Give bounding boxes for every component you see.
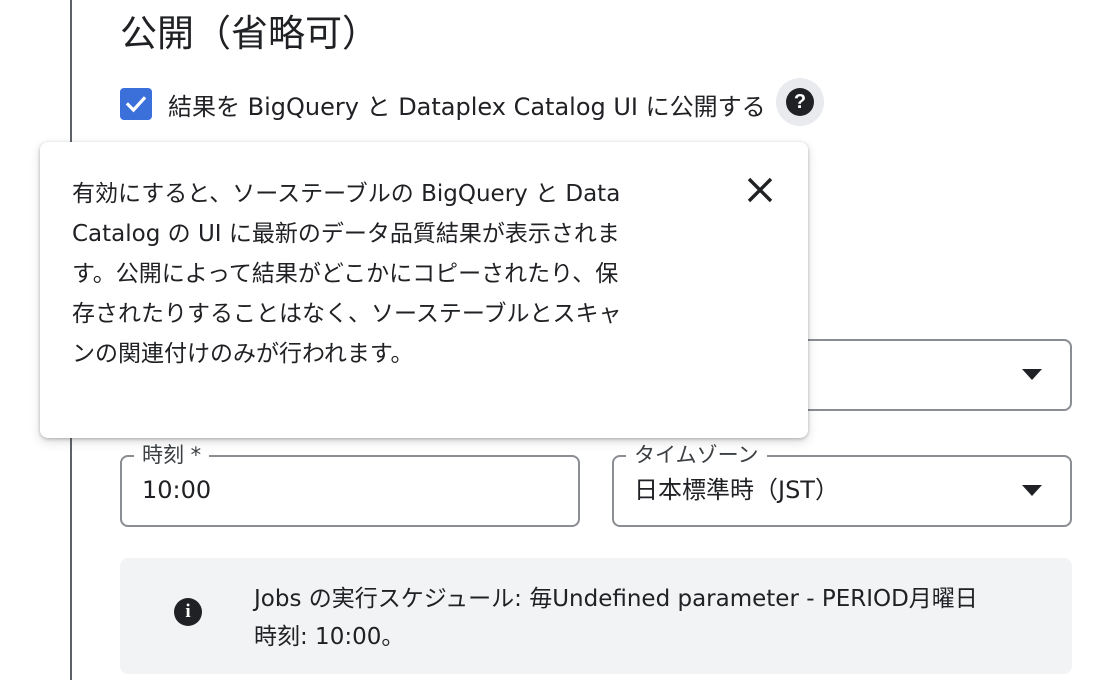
tooltip-close-button[interactable] (740, 170, 780, 210)
schedule-info-line: Jobs の実行スケジュール: 毎Undefined parameter - P… (254, 586, 978, 612)
publish-checkbox-label[interactable]: 結果を BigQuery と Dataplex Catalog UI に公開する (168, 87, 766, 122)
time-field[interactable]: 時刻 * 10:00 (120, 443, 580, 527)
publish-option-row[interactable]: 結果を BigQuery と Dataplex Catalog UI に公開する (120, 80, 766, 128)
dropdown-arrow-icon (1022, 369, 1042, 380)
schedule-info-line: 時刻: 10:00。 (254, 624, 405, 650)
tooltip-line: 存されたりすることはなく、ソーステーブルとスキャ (72, 301, 622, 327)
info-icon: i (174, 598, 202, 626)
checkmark-icon (125, 96, 147, 113)
help-tooltip: 有効にすると、ソーステーブルの BigQuery と Data Catalog … (40, 142, 808, 438)
dropdown-arrow-icon (1022, 485, 1042, 496)
timezone-select[interactable]: タイムゾーン 日本標準時（JST） (612, 443, 1072, 527)
page: 公開（省略可） 結果を BigQuery と Dataplex Catalog … (0, 0, 1096, 680)
close-icon (747, 177, 773, 203)
schedule-info-banner: i Jobs の実行スケジュール: 毎Undefined parameter -… (120, 558, 1072, 674)
tooltip-line: す。公開によって結果がどこかにコピーされたり、保 (72, 261, 619, 287)
tooltip-text: 有効にすると、ソーステーブルの BigQuery と Data Catalog … (72, 174, 621, 374)
time-field-value[interactable]: 10:00 (142, 475, 211, 505)
help-button[interactable]: ? (776, 78, 824, 126)
section-title: 公開（省略可） (120, 12, 379, 55)
help-circle-icon: ? (786, 88, 814, 116)
tooltip-line: Catalog の UI に最新のデータ品質結果が表示されま (72, 221, 620, 247)
publish-checkbox[interactable] (120, 88, 152, 120)
timezone-select-label: タイムゾーン (626, 443, 767, 467)
timezone-select-value[interactable]: 日本標準時（JST） (634, 475, 839, 505)
time-field-label: 時刻 * (134, 443, 210, 467)
schedule-info-text: Jobs の実行スケジュール: 毎Undefined parameter - P… (254, 580, 1054, 656)
tooltip-line: 有効にすると、ソーステーブルの BigQuery と Data (72, 181, 621, 207)
tooltip-line: ンの関連付けのみが行われます。 (72, 341, 414, 367)
